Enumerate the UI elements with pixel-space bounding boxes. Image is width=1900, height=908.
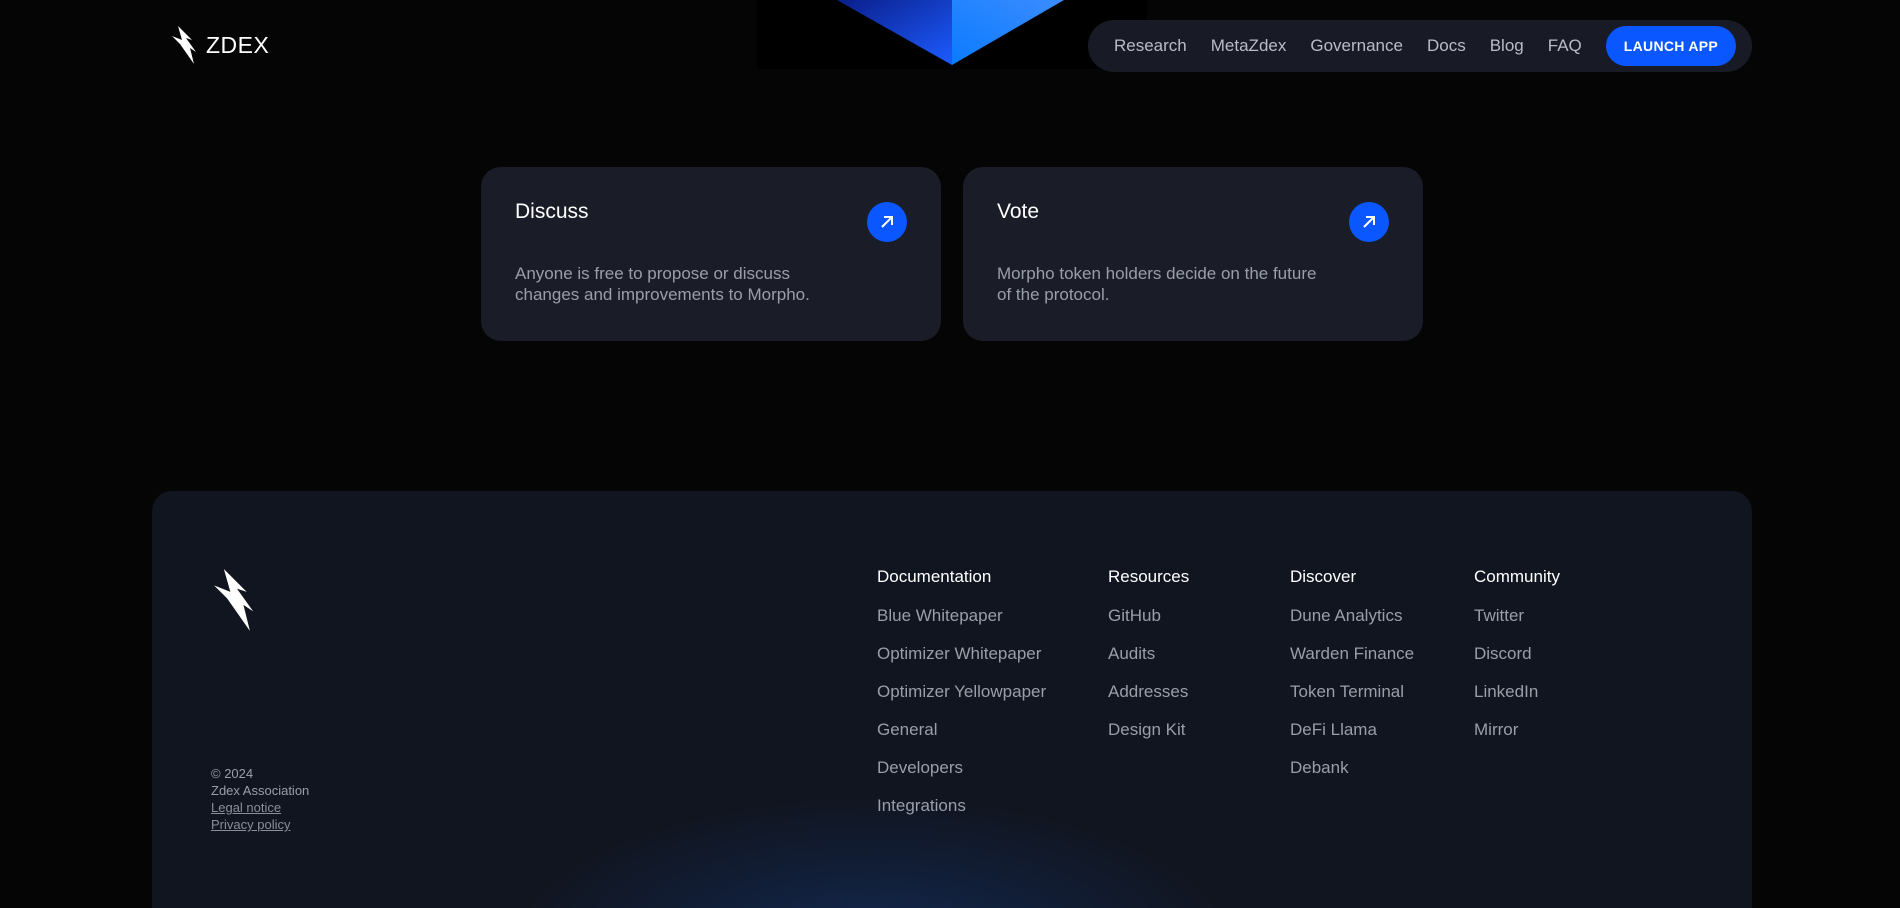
footer-link-twitter[interactable]: Twitter <box>1474 597 1560 635</box>
footer-link-design-kit[interactable]: Design Kit <box>1108 711 1189 749</box>
footer-link-integrations[interactable]: Integrations <box>877 787 1046 825</box>
footer-link-optimizer-whitepaper[interactable]: Optimizer Whitepaper <box>877 635 1046 673</box>
page: ZDEX Research MetaZdex Governance Docs B… <box>0 0 1900 908</box>
hero-cube-graphic <box>757 0 1147 69</box>
card-title: Vote <box>997 200 1040 223</box>
footer-lightning-icon <box>210 569 254 636</box>
footer-link-dune-analytics[interactable]: Dune Analytics <box>1290 597 1414 635</box>
footer-col-discover: Discover Dune Analytics Warden Finance T… <box>1290 567 1414 796</box>
logo-text: ZDEX <box>206 31 270 58</box>
footer-link-developers[interactable]: Developers <box>877 749 1046 787</box>
footer-link-addresses[interactable]: Addresses <box>1108 673 1189 711</box>
footer-link-discord[interactable]: Discord <box>1474 635 1560 673</box>
footer-link-blue-whitepaper[interactable]: Blue Whitepaper <box>877 597 1046 635</box>
footer-col-resources: Resources GitHub Audits Addresses Design… <box>1108 567 1189 758</box>
vote-card[interactable]: Vote Morpho token holders decide on the … <box>963 167 1423 341</box>
top-nav: Research MetaZdex Governance Docs Blog F… <box>1088 20 1752 72</box>
arrow-up-right-icon[interactable] <box>1349 202 1389 242</box>
nav-faq[interactable]: FAQ <box>1548 36 1582 56</box>
header-logo[interactable]: ZDEX <box>170 26 269 64</box>
footer-link-debank[interactable]: Debank <box>1290 749 1414 787</box>
footer-meta: © 2024 Zdex Association Legal notice Pri… <box>211 765 309 833</box>
footer-link-github[interactable]: GitHub <box>1108 597 1189 635</box>
launch-app-button[interactable]: LAUNCH APP <box>1605 26 1737 66</box>
footer-link-defi-llama[interactable]: DeFi Llama <box>1290 711 1414 749</box>
footer-link-optimizer-yellowpaper[interactable]: Optimizer Yellowpaper <box>877 673 1046 711</box>
footer: © 2024 Zdex Association Legal notice Pri… <box>152 491 1752 908</box>
nav-docs[interactable]: Docs <box>1427 36 1466 56</box>
privacy-policy-link[interactable]: Privacy policy <box>211 816 309 833</box>
footer-col-title: Discover <box>1290 567 1357 586</box>
card-description: Anyone is free to propose or discuss cha… <box>515 264 810 304</box>
zdex-lightning-icon <box>170 26 196 64</box>
arrow-up-right-icon[interactable] <box>867 202 907 242</box>
footer-col-title: Resources <box>1108 567 1190 586</box>
org-name: Zdex Association <box>211 783 310 798</box>
legal-notice-link[interactable]: Legal notice <box>211 799 309 816</box>
footer-col-documentation: Documentation Blue Whitepaper Optimizer … <box>877 567 1046 834</box>
footer-link-linkedin[interactable]: LinkedIn <box>1474 673 1560 711</box>
nav-blog[interactable]: Blog <box>1490 36 1524 56</box>
footer-link-audits[interactable]: Audits <box>1108 635 1189 673</box>
nav-governance[interactable]: Governance <box>1310 36 1403 56</box>
footer-link-general[interactable]: General <box>877 711 1046 749</box>
nav-metazdex[interactable]: MetaZdex <box>1211 36 1287 56</box>
card-title: Discuss <box>515 200 589 223</box>
nav-research[interactable]: Research <box>1114 36 1187 56</box>
footer-link-mirror[interactable]: Mirror <box>1474 711 1560 749</box>
footer-col-community: Community Twitter Discord LinkedIn Mirro… <box>1474 567 1560 758</box>
footer-col-title: Documentation <box>877 567 992 586</box>
footer-link-warden-finance[interactable]: Warden Finance <box>1290 635 1414 673</box>
footer-col-title: Community <box>1474 567 1560 586</box>
copyright: © 2024 <box>211 766 254 781</box>
discuss-card[interactable]: Discuss Anyone is free to propose or dis… <box>481 167 941 341</box>
footer-link-token-terminal[interactable]: Token Terminal <box>1290 673 1414 711</box>
card-description: Morpho token holders decide on the futur… <box>997 264 1317 304</box>
